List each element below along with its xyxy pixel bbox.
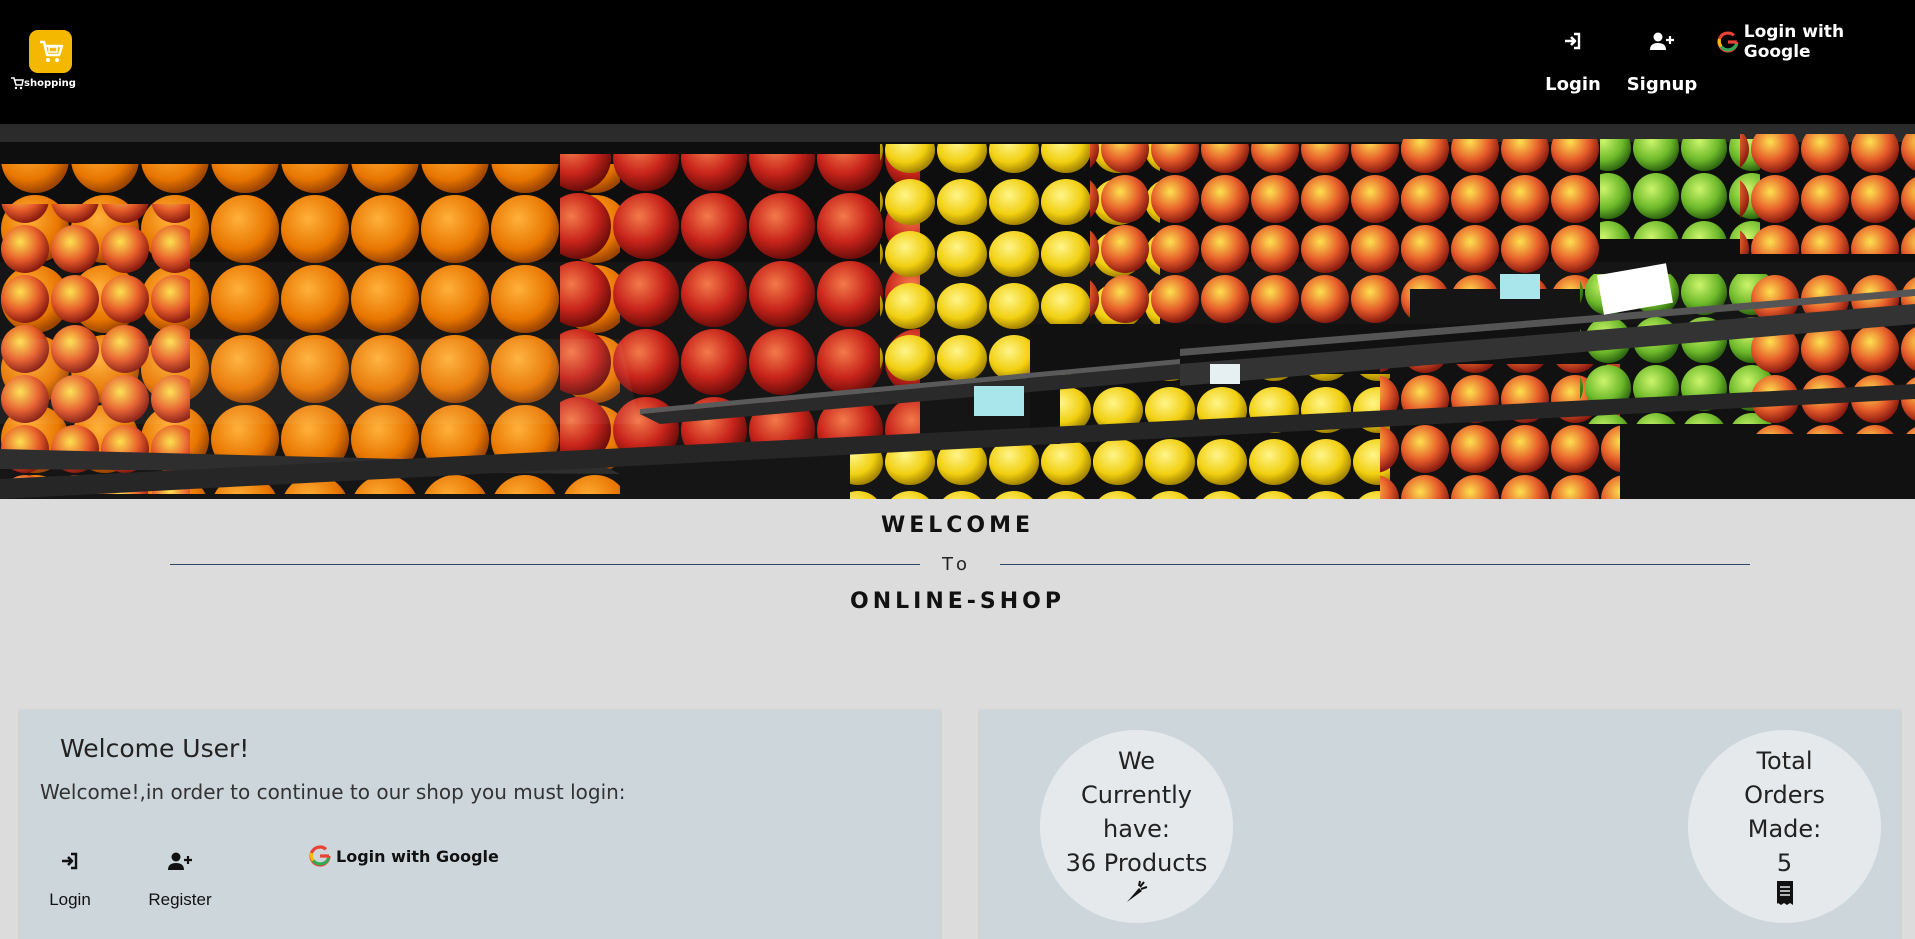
hero-banner-image bbox=[0, 124, 1915, 499]
nav-signup-label: Signup bbox=[1626, 74, 1698, 95]
user-welcome-card: Welcome User! Welcome!,in order to conti… bbox=[20, 710, 940, 939]
receipt-icon bbox=[1776, 881, 1793, 905]
welcome-section: WELCOME To ONLINE-SHOP bbox=[0, 499, 1915, 690]
products-count: 36 Products bbox=[1065, 849, 1208, 877]
user-plus-icon bbox=[1650, 32, 1674, 50]
nav-login-button[interactable]: Login bbox=[1538, 30, 1608, 95]
orders-count: 5 bbox=[1776, 849, 1793, 877]
google-icon bbox=[309, 845, 331, 867]
products-line-1: We bbox=[1117, 747, 1156, 775]
card-login-button[interactable]: Login bbox=[45, 850, 95, 910]
card-register-button[interactable]: Register bbox=[140, 850, 220, 910]
orders-line-2: Orders bbox=[1744, 781, 1825, 809]
sign-in-icon bbox=[62, 852, 78, 870]
orders-line-3: Made: bbox=[1747, 815, 1822, 843]
card-google-label: Login with Google bbox=[336, 846, 499, 866]
card-login-label: Login bbox=[49, 890, 91, 909]
card-title: Welcome User! bbox=[60, 734, 250, 763]
top-navbar: shopping Login Signup Login with Google bbox=[0, 0, 1915, 124]
nav-signup-button[interactable]: Signup bbox=[1625, 30, 1699, 95]
user-plus-icon bbox=[168, 852, 192, 870]
nav-login-label: Login bbox=[1545, 74, 1601, 95]
google-icon bbox=[1717, 31, 1739, 53]
small-cart-icon bbox=[11, 77, 24, 90]
welcome-title: WELCOME bbox=[880, 513, 1035, 538]
card-google-login-button[interactable]: Login with Google bbox=[308, 844, 499, 868]
cart-logo-icon bbox=[29, 30, 72, 73]
stats-card: We Currently have: 36 Products Total Ord… bbox=[980, 710, 1900, 939]
nav-google-login-button[interactable]: Login with Google bbox=[1716, 22, 1915, 62]
login-message: Welcome!,in order to continue to our sho… bbox=[40, 780, 626, 804]
nav-google-label: Login with Google bbox=[1743, 22, 1845, 62]
site-logo[interactable]: shopping bbox=[10, 28, 90, 98]
products-line-2: Currently bbox=[1080, 781, 1192, 809]
products-stat-circle: We Currently have: 36 Products bbox=[1040, 730, 1233, 923]
orders-stat-circle: Total Orders Made: 5 bbox=[1688, 730, 1881, 923]
shop-name: ONLINE-SHOP bbox=[850, 589, 1065, 614]
divider-right bbox=[1000, 564, 1750, 565]
logo-text: shopping bbox=[24, 78, 76, 89]
orders-line-1: Total bbox=[1756, 747, 1813, 775]
products-line-3: have: bbox=[1103, 815, 1170, 843]
sign-in-icon bbox=[1565, 32, 1581, 50]
fruit-shelves-illustration bbox=[0, 124, 1915, 499]
card-register-label: Register bbox=[148, 890, 212, 909]
carrot-icon bbox=[1126, 880, 1147, 902]
